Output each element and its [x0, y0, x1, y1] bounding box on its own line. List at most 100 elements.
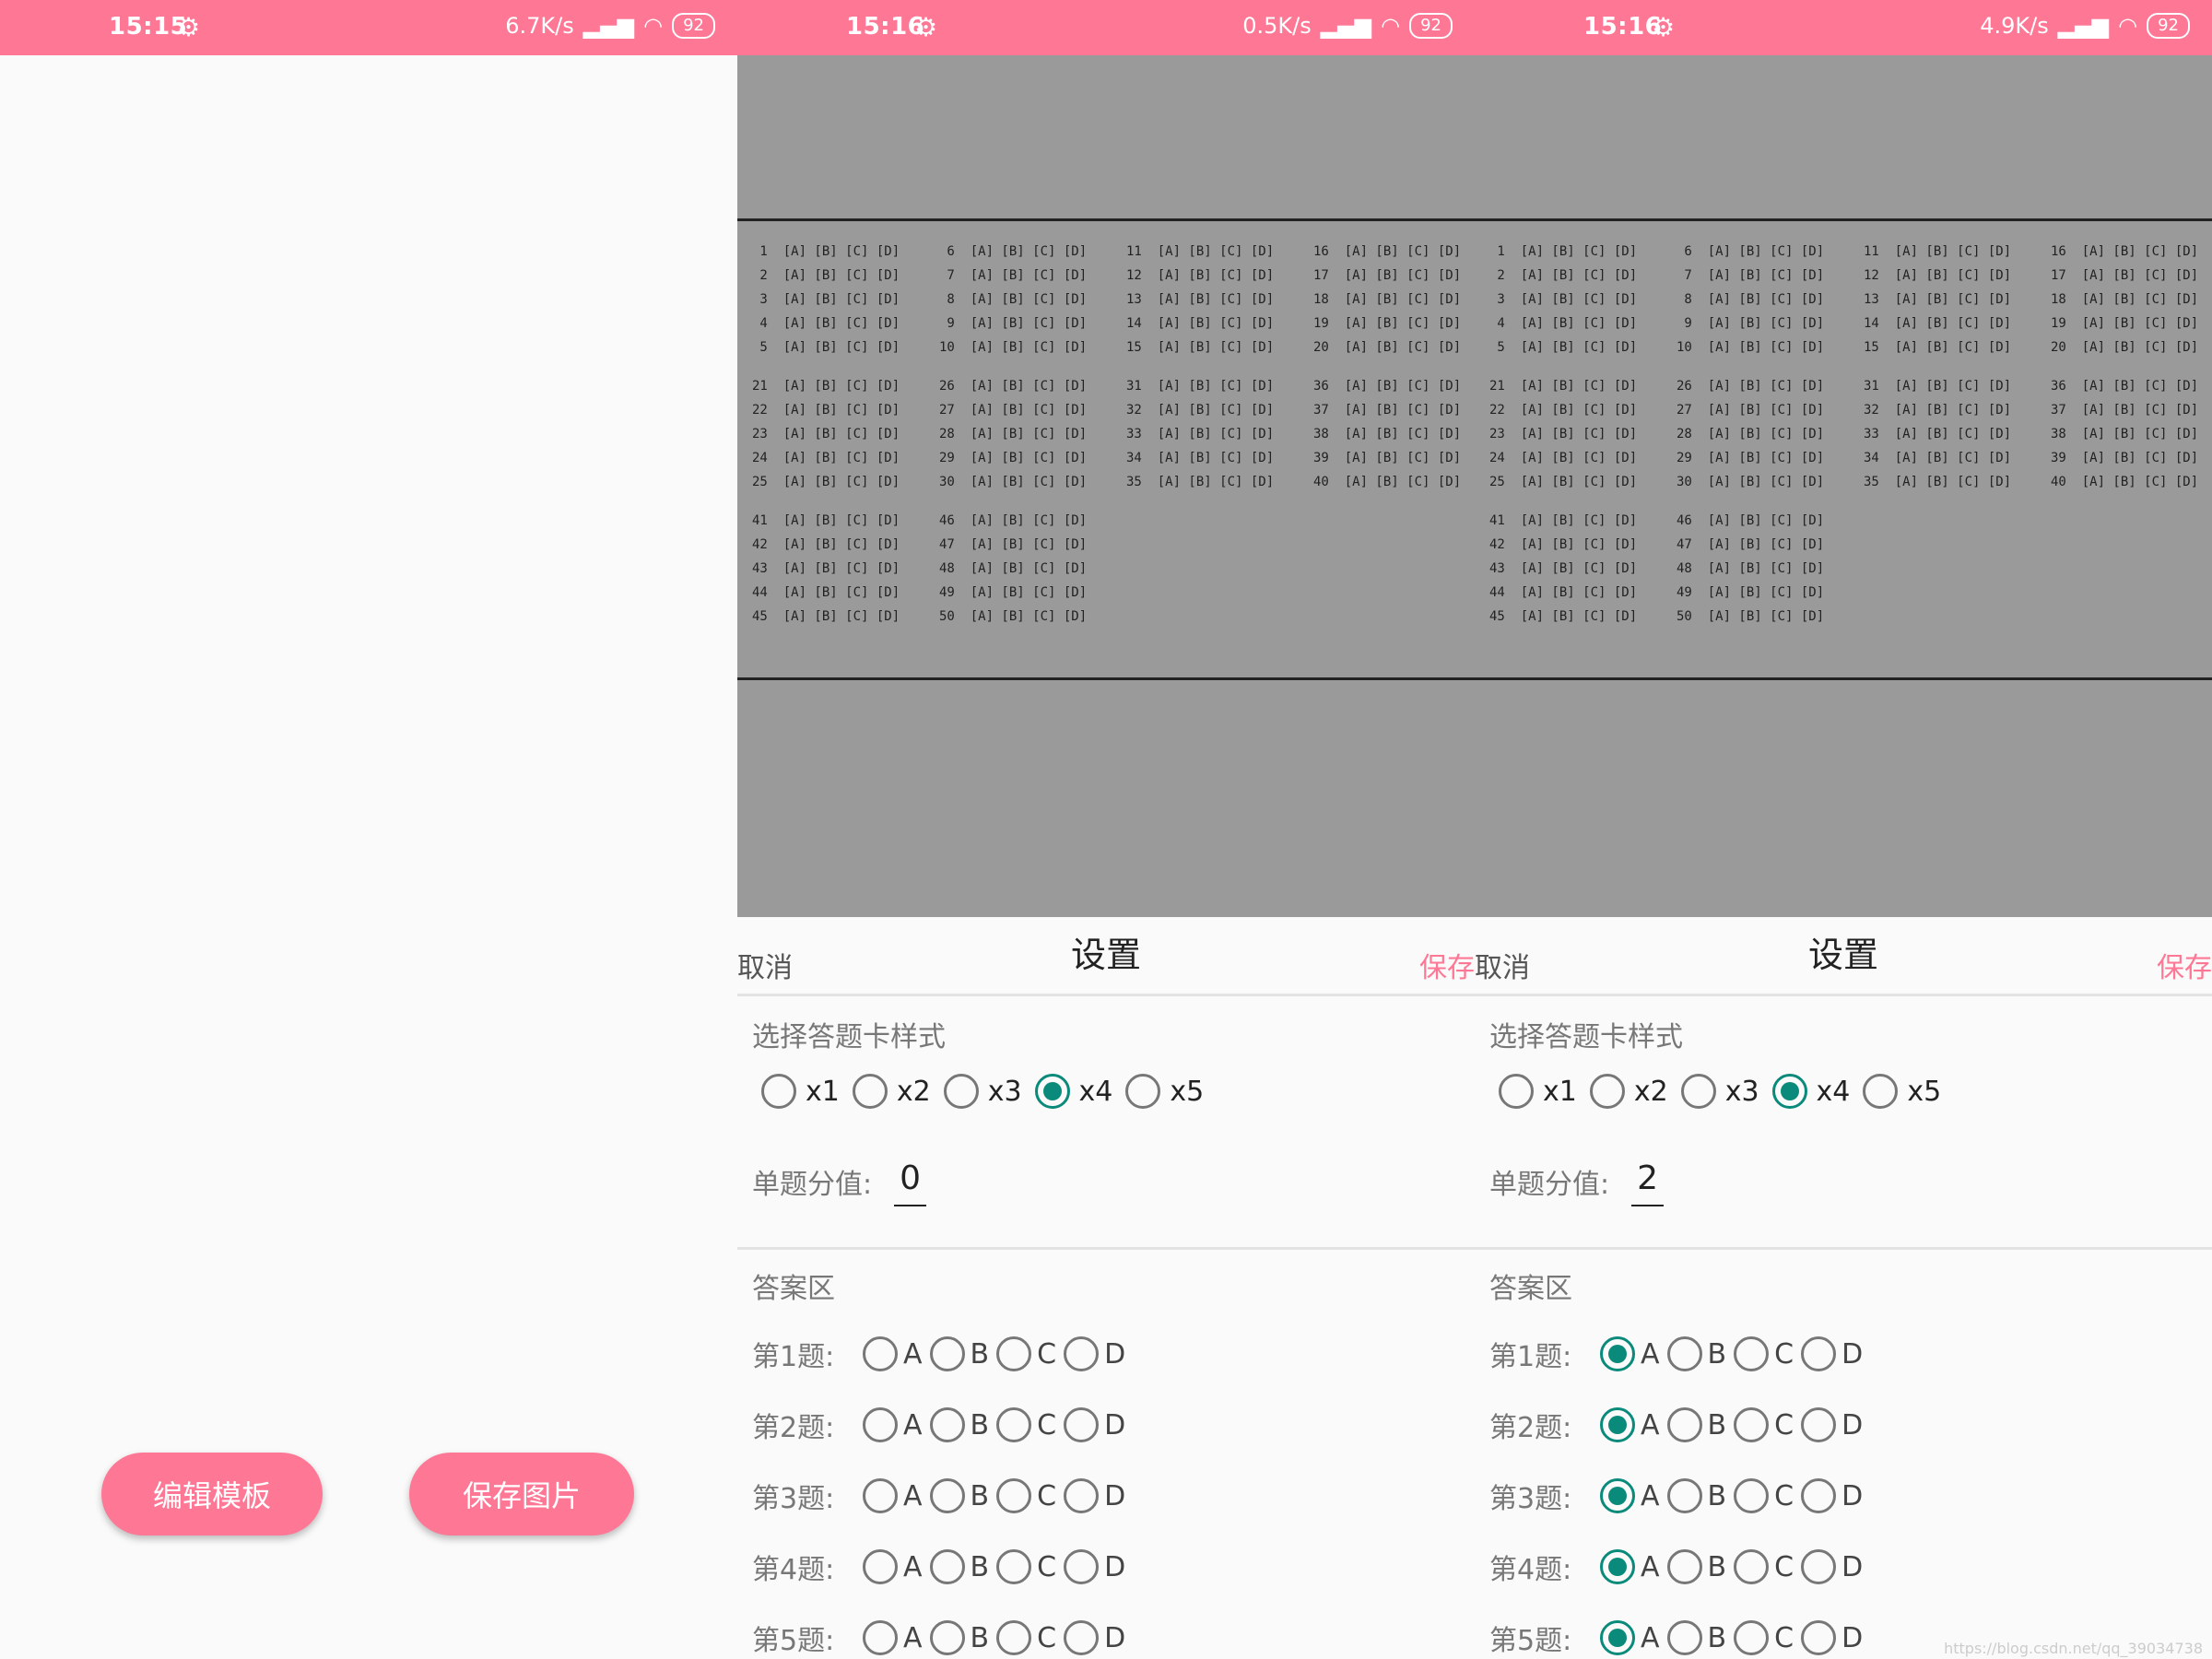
radio-icon[interactable]	[996, 1549, 1032, 1584]
choice-A[interactable]: A	[1600, 1620, 1660, 1655]
radio-icon[interactable]	[852, 1074, 888, 1109]
choice-D[interactable]: D	[1801, 1478, 1863, 1513]
radio-icon[interactable]	[1600, 1407, 1635, 1442]
choice-D[interactable]: D	[1064, 1478, 1125, 1513]
radio-icon[interactable]	[1801, 1620, 1837, 1655]
style-option-x4[interactable]: x4	[1034, 1074, 1112, 1109]
radio-icon[interactable]	[929, 1407, 965, 1442]
radio-icon[interactable]	[863, 1620, 898, 1655]
choice-D[interactable]: D	[1801, 1549, 1863, 1584]
score-input[interactable]: 2	[1631, 1159, 1665, 1206]
radio-icon[interactable]	[1666, 1407, 1702, 1442]
radio-icon[interactable]	[1125, 1074, 1161, 1109]
choice-B[interactable]: B	[1666, 1478, 1726, 1513]
choice-A[interactable]: A	[1600, 1549, 1660, 1584]
radio-icon[interactable]	[1589, 1074, 1625, 1109]
choice-C[interactable]: C	[996, 1478, 1056, 1513]
radio-icon[interactable]	[1734, 1549, 1770, 1584]
radio-icon[interactable]	[1666, 1620, 1702, 1655]
choice-A[interactable]: A	[1600, 1478, 1660, 1513]
choice-B[interactable]: B	[929, 1549, 989, 1584]
edit-template-button[interactable]: 编辑模板	[101, 1453, 323, 1535]
radio-icon[interactable]	[1801, 1407, 1837, 1442]
radio-icon[interactable]	[1734, 1336, 1770, 1371]
radio-icon[interactable]	[1034, 1074, 1070, 1109]
radio-icon[interactable]	[1064, 1620, 1100, 1655]
radio-icon[interactable]	[863, 1549, 898, 1584]
radio-icon[interactable]	[1064, 1336, 1100, 1371]
choice-B[interactable]: B	[929, 1336, 989, 1371]
save-button[interactable]: 保存	[1419, 945, 1475, 985]
choice-C[interactable]: C	[996, 1407, 1056, 1442]
save-button[interactable]: 保存	[2157, 945, 2212, 985]
choice-B[interactable]: B	[1666, 1620, 1726, 1655]
choice-D[interactable]: D	[1801, 1407, 1863, 1442]
choice-C[interactable]: C	[996, 1336, 1056, 1371]
style-option-x3[interactable]: x3	[1680, 1074, 1759, 1109]
choice-A[interactable]: A	[863, 1407, 923, 1442]
radio-icon[interactable]	[863, 1478, 898, 1513]
style-option-x3[interactable]: x3	[943, 1074, 1022, 1109]
choice-D[interactable]: D	[1064, 1620, 1125, 1655]
radio-icon[interactable]	[1734, 1478, 1770, 1513]
choice-D[interactable]: D	[1064, 1549, 1125, 1584]
style-option-x1[interactable]: x1	[1499, 1074, 1577, 1109]
choice-B[interactable]: B	[1666, 1549, 1726, 1584]
choice-A[interactable]: A	[863, 1478, 923, 1513]
radio-icon[interactable]	[996, 1336, 1032, 1371]
radio-icon[interactable]	[996, 1478, 1032, 1513]
radio-icon[interactable]	[929, 1549, 965, 1584]
choice-B[interactable]: B	[929, 1620, 989, 1655]
radio-icon[interactable]	[1064, 1478, 1100, 1513]
choice-A[interactable]: A	[1600, 1407, 1660, 1442]
choice-A[interactable]: A	[1600, 1336, 1660, 1371]
choice-C[interactable]: C	[1734, 1336, 1794, 1371]
choice-C[interactable]: C	[1734, 1478, 1794, 1513]
radio-icon[interactable]	[1600, 1620, 1635, 1655]
radio-icon[interactable]	[943, 1074, 979, 1109]
radio-icon[interactable]	[996, 1407, 1032, 1442]
radio-icon[interactable]	[929, 1620, 965, 1655]
radio-icon[interactable]	[1064, 1549, 1100, 1584]
choice-D[interactable]: D	[1064, 1407, 1125, 1442]
radio-icon[interactable]	[929, 1336, 965, 1371]
radio-icon[interactable]	[863, 1407, 898, 1442]
radio-icon[interactable]	[1801, 1549, 1837, 1584]
radio-icon[interactable]	[1499, 1074, 1534, 1109]
radio-icon[interactable]	[1666, 1549, 1702, 1584]
choice-A[interactable]: A	[863, 1549, 923, 1584]
choice-B[interactable]: B	[1666, 1407, 1726, 1442]
radio-icon[interactable]	[1666, 1478, 1702, 1513]
choice-C[interactable]: C	[996, 1620, 1056, 1655]
style-option-x4[interactable]: x4	[1771, 1074, 1850, 1109]
style-option-x2[interactable]: x2	[852, 1074, 931, 1109]
choice-C[interactable]: C	[996, 1549, 1056, 1584]
style-option-x5[interactable]: x5	[1125, 1074, 1204, 1109]
radio-icon[interactable]	[1600, 1478, 1635, 1513]
choice-D[interactable]: D	[1064, 1336, 1125, 1371]
radio-icon[interactable]	[863, 1336, 898, 1371]
radio-icon[interactable]	[1666, 1336, 1702, 1371]
radio-icon[interactable]	[761, 1074, 796, 1109]
radio-icon[interactable]	[1863, 1074, 1899, 1109]
radio-icon[interactable]	[1771, 1074, 1807, 1109]
choice-A[interactable]: A	[863, 1620, 923, 1655]
choice-C[interactable]: C	[1734, 1407, 1794, 1442]
radio-icon[interactable]	[1801, 1478, 1837, 1513]
choice-B[interactable]: B	[929, 1407, 989, 1442]
style-option-x5[interactable]: x5	[1863, 1074, 1941, 1109]
radio-icon[interactable]	[1600, 1549, 1635, 1584]
style-option-x2[interactable]: x2	[1589, 1074, 1668, 1109]
choice-B[interactable]: B	[929, 1478, 989, 1513]
radio-icon[interactable]	[996, 1620, 1032, 1655]
choice-D[interactable]: D	[1801, 1336, 1863, 1371]
radio-icon[interactable]	[1801, 1336, 1837, 1371]
radio-icon[interactable]	[1600, 1336, 1635, 1371]
choice-C[interactable]: C	[1734, 1549, 1794, 1584]
radio-icon[interactable]	[929, 1478, 965, 1513]
save-image-button[interactable]: 保存图片	[409, 1453, 634, 1535]
radio-icon[interactable]	[1064, 1407, 1100, 1442]
score-input[interactable]: 0	[894, 1159, 927, 1206]
radio-icon[interactable]	[1680, 1074, 1716, 1109]
choice-C[interactable]: C	[1734, 1620, 1794, 1655]
